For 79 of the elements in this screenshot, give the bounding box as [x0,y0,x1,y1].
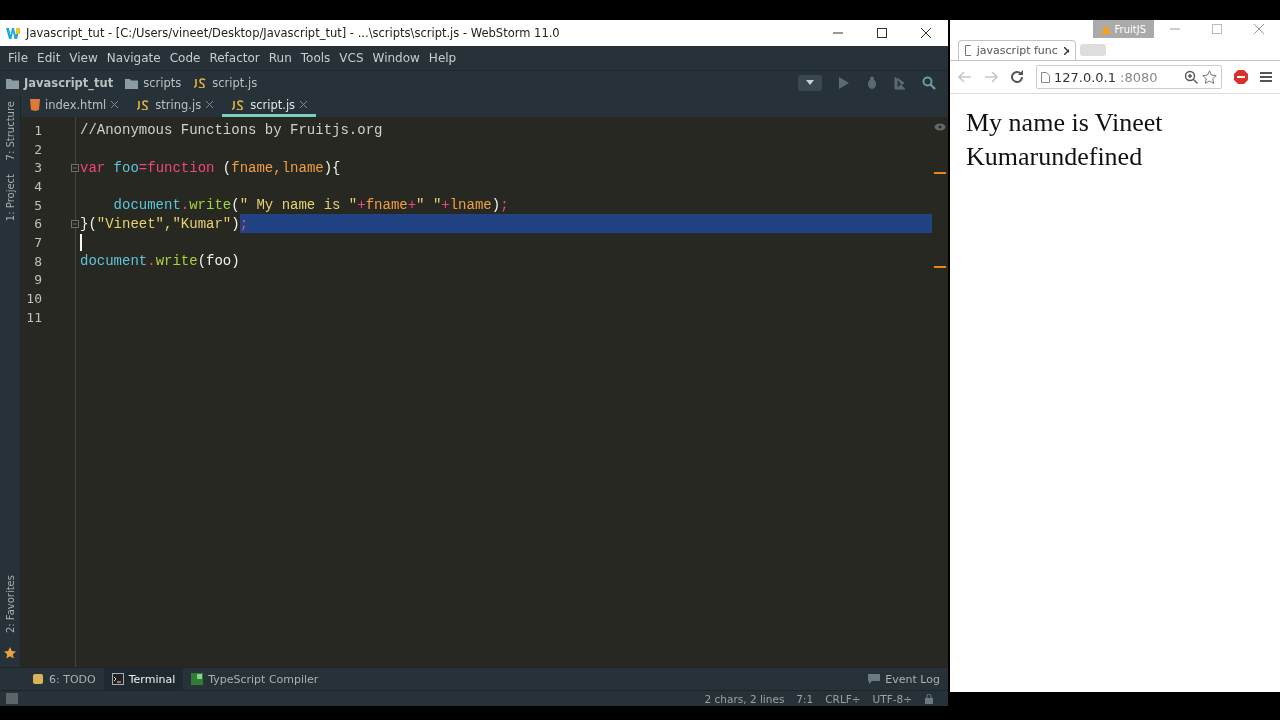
menu-icon[interactable] [1260,71,1272,83]
line-number: 8 [33,253,42,269]
menu-item[interactable]: Tools [296,51,336,65]
editor-tab[interactable]: index.html [21,95,128,117]
bug-icon[interactable] [866,76,878,90]
menu-item[interactable]: Run [264,51,297,65]
code-line: document.write(foo) [80,253,240,270]
todo-icon [32,673,44,685]
line-number: 11 [25,309,42,325]
line-number: 10 [25,291,42,307]
menu-item[interactable]: Navigate [102,51,166,65]
tool-window-tab[interactable]: TypeScript Compiler [183,668,327,690]
browser-tab[interactable]: javascript func [958,40,1076,60]
back-icon[interactable] [958,71,972,83]
menu-item[interactable]: View [65,51,103,65]
breadcrumb[interactable]: scripts [143,76,182,90]
js-file-icon [231,99,246,110]
maximize-icon[interactable] [876,27,888,39]
status-item[interactable]: 2 chars, 2 lines [704,692,785,705]
run-config-dropdown[interactable] [798,75,822,91]
selected-code: ; [239,214,932,234]
run-icon[interactable] [838,76,850,90]
address-bar[interactable]: 127.0.0.1 :8080 [1036,65,1222,89]
terminal-icon [111,673,124,685]
js-file-icon [193,78,208,88]
side-tab[interactable]: 1: Project [4,174,16,222]
panel-toggle-icon[interactable] [6,693,18,704]
line-number: 9 [33,272,42,288]
fold-icon[interactable] [71,164,79,173]
line-number: 5 [33,197,42,213]
line-number: 4 [33,178,42,194]
breadcrumb[interactable]: script.js [212,76,258,90]
side-tab[interactable]: 2: Favorites [4,574,16,633]
menu-item[interactable]: Refactor [205,51,265,65]
caret-icon [805,80,815,86]
code-line: var foo=function (fname,lname){ [80,159,341,176]
compiler-icon [191,673,204,685]
html-file-icon [30,98,40,111]
editor-tab[interactable]: string.js [127,95,223,117]
code-line: document.write(" My name is "+fname+" "+lname); [113,197,509,214]
lock-icon[interactable] [924,693,934,704]
menu-item[interactable]: Edit [33,51,66,65]
line-number: 3 [33,160,42,176]
window-title: Javascript_tut - [C:/Users/vineet/Desktop/Javascript_tut] - ...\scripts\script.js - WebStorm 11.0 [26,26,561,40]
menu-item[interactable]: File [4,51,34,65]
menu-item[interactable]: Help [424,51,462,65]
reload-icon[interactable] [1010,70,1024,84]
zoom-icon[interactable] [1184,70,1198,84]
code-line: //Anonymous Functions by Fruitjs.org [80,122,383,139]
status-item[interactable]: CRLF÷ [825,692,861,705]
star-icon [4,647,16,659]
coverage-icon[interactable] [894,76,906,90]
search-icon[interactable] [922,76,936,90]
code-line: }("Vineet","Kumar") [80,215,240,232]
line-number: 2 [33,141,42,157]
star-icon[interactable] [1202,70,1217,84]
status-item[interactable]: 7:1 [796,692,814,705]
menu-item[interactable]: Window [368,51,425,65]
app-logo-icon [6,26,20,40]
line-number: 6 [33,216,42,232]
folder-icon [125,77,139,89]
line-number: 1 [33,122,42,138]
event-log-button[interactable]: Event Log [860,668,948,690]
menu-item[interactable]: Code [165,51,206,65]
fold-icon[interactable] [71,220,79,229]
breadcrumb[interactable]: Javascript_tut [24,76,114,90]
forward-icon[interactable] [984,71,998,83]
speech-bubble-icon [868,674,881,684]
tool-window-tab[interactable]: 6: TODO [24,668,104,690]
warning-icon [1100,24,1111,34]
tool-window-tab[interactable]: Terminal [103,668,184,690]
js-file-icon [136,99,151,110]
page-text: My name is Vineet Kumarundefined [966,107,1164,173]
side-tab[interactable]: 7: Structure [4,101,16,161]
stop-sign-icon[interactable] [1234,70,1248,84]
line-number: 7 [33,234,42,250]
status-item[interactable]: UTF-8÷ [872,692,912,705]
folder-icon [6,77,19,89]
menu-item[interactable]: VCS [335,51,369,65]
